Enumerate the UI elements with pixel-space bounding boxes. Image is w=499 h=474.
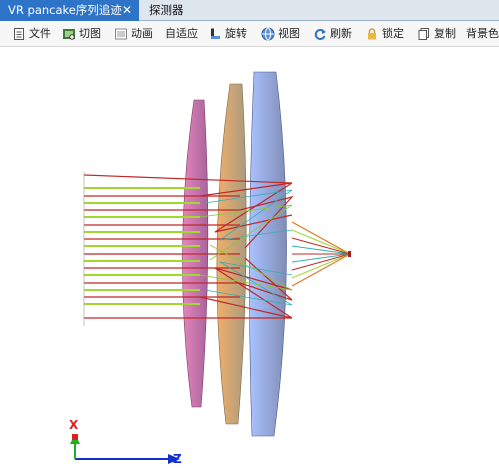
tab-detector[interactable]: 探测器 (141, 0, 201, 21)
animation-label: 动画 (131, 27, 153, 40)
globe-icon (261, 27, 275, 41)
animation-icon (114, 27, 128, 41)
lens-3 (249, 71, 287, 437)
focal-point-detector (348, 251, 351, 257)
lock-label: 锁定 (382, 27, 404, 40)
background-color-button[interactable]: 背景色 (466, 25, 499, 43)
background-color-label: 背景色 (466, 27, 499, 40)
refresh-button[interactable]: 刷新 (313, 25, 352, 43)
document-icon (12, 27, 26, 41)
file-label: 文件 (29, 27, 51, 40)
tab-label: VR pancake序列追迹 (8, 3, 122, 17)
copy-icon (417, 27, 431, 41)
x-axis-label: X (69, 418, 79, 432)
copy-label: 复制 (434, 27, 456, 40)
tab-vr-pancake-trace[interactable]: VR pancake序列追迹 ✕ (0, 0, 139, 21)
close-icon[interactable]: ✕ (122, 0, 132, 21)
file-button[interactable]: 文件 (12, 25, 51, 43)
ray-trace-viewport[interactable]: X Z (0, 47, 499, 471)
animation-button[interactable]: 动画 (114, 25, 153, 43)
ray-bundle (83, 172, 351, 326)
tab-label: 探测器 (149, 3, 184, 17)
view-label: 视图 (278, 27, 300, 40)
crop-label: 切图 (79, 27, 101, 40)
refresh-label: 刷新 (330, 27, 352, 40)
copy-button[interactable]: 复制 (417, 25, 456, 43)
refresh-icon (313, 27, 327, 41)
crop-icon (62, 27, 76, 41)
lock-button[interactable]: 锁定 (365, 25, 404, 43)
toolbar: 文件 切图 动画 自适应 旋转 视图 刷新 锁定 复制 背景色 (0, 21, 499, 47)
rotate-label: 旋转 (225, 27, 247, 40)
view-button[interactable]: 视图 (261, 25, 300, 43)
lock-icon (365, 27, 379, 41)
auto-fit-button[interactable]: 自适应 (165, 25, 198, 43)
z-axis-label: Z (173, 452, 182, 466)
crop-button[interactable]: 切图 (62, 25, 101, 43)
rotate-button[interactable]: 旋转 (208, 25, 247, 43)
ray-trace-scene (70, 71, 351, 464)
tab-bar: VR pancake序列追迹 ✕ 探测器 (0, 0, 499, 21)
axis-triad (70, 434, 180, 464)
rotate-icon (208, 27, 222, 41)
auto-fit-label: 自适应 (165, 27, 198, 40)
